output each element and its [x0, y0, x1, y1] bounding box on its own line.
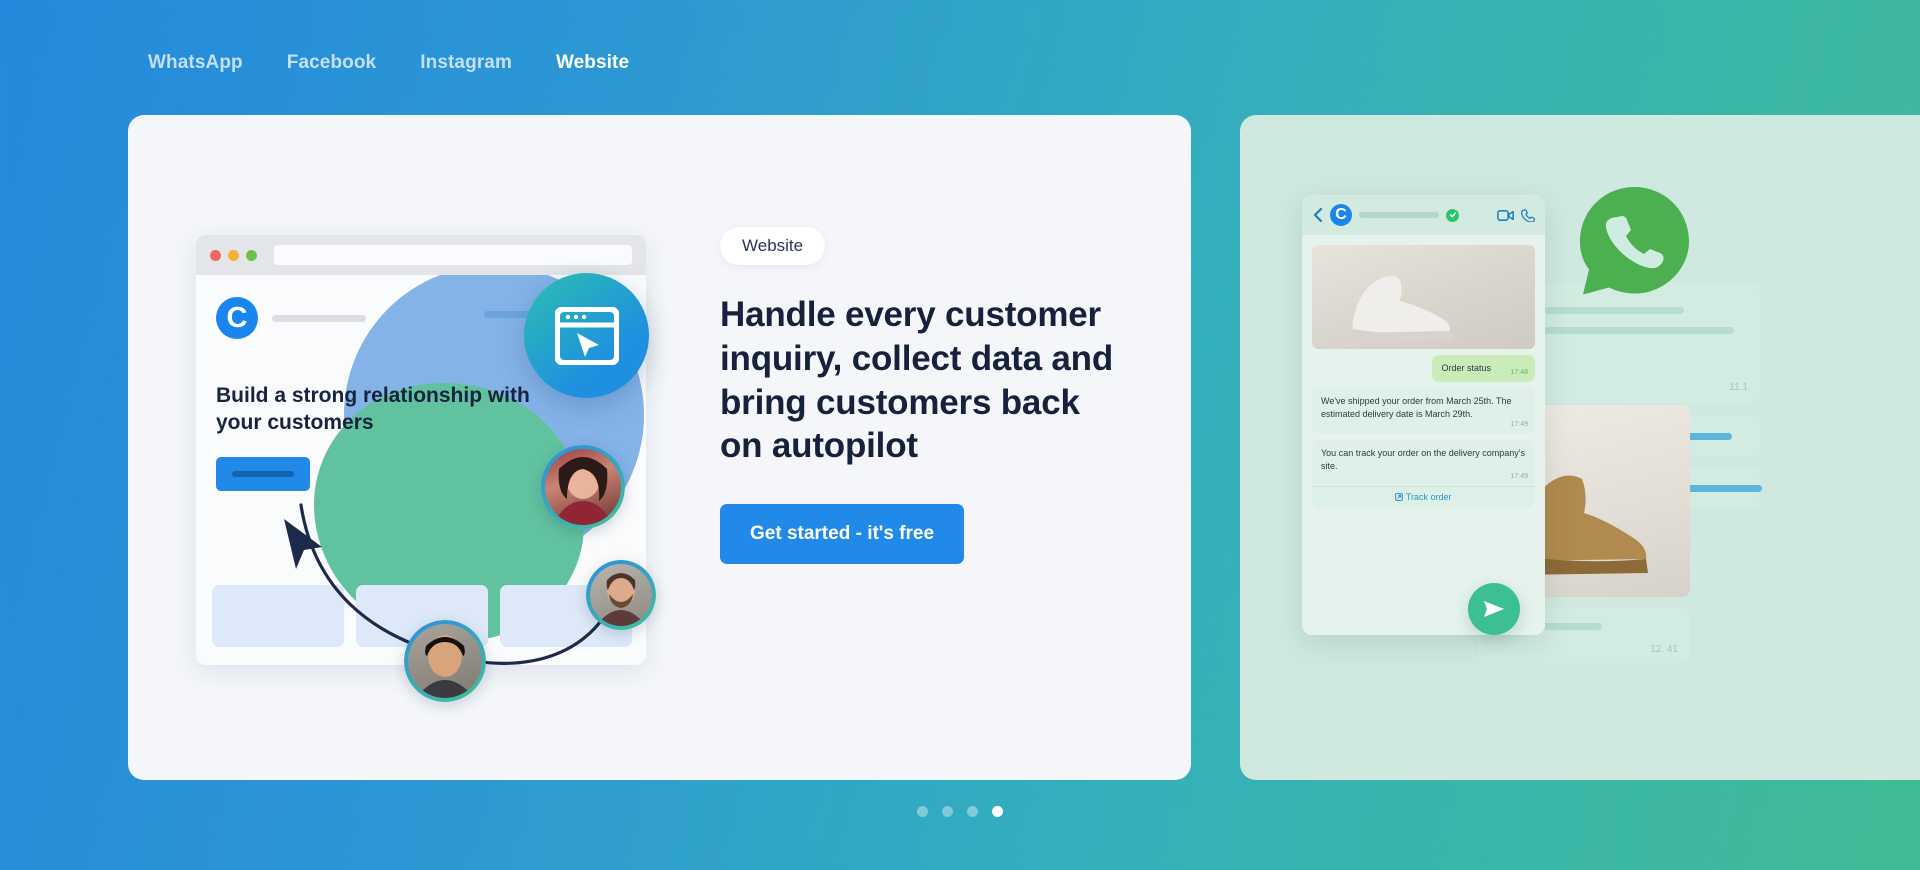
- carousel-dot-2[interactable]: [942, 806, 953, 817]
- carousel-dot-4[interactable]: [992, 806, 1003, 817]
- whatsapp-logo-icon: [1578, 185, 1691, 298]
- get-started-button[interactable]: Get started - it's free: [720, 504, 965, 564]
- tab-website[interactable]: Website: [556, 52, 629, 74]
- site-name-placeholder: [272, 314, 366, 322]
- carousel-dot-1[interactable]: [917, 806, 928, 817]
- channel-badge: Website: [720, 227, 826, 265]
- bg-card-timestamp: 12. 41: [1650, 644, 1678, 655]
- illustration-headline: Build a strong relationship with your cu…: [216, 384, 530, 434]
- tile-placeholder: [212, 585, 344, 647]
- website-illustration: C Build a strong relationship with your …: [196, 235, 656, 702]
- chat-body: Order status 17:48 We've shipped your or…: [1302, 235, 1545, 635]
- avatar: [404, 620, 486, 702]
- track-order-button[interactable]: Track order: [1312, 486, 1535, 508]
- cursor-pointer-icon: [284, 519, 322, 569]
- window-close-dot: [210, 249, 221, 261]
- chat-header: C: [1302, 195, 1545, 235]
- slide-whatsapp-preview[interactable]: 11.1 12. 41 C Order status 17:48 We've s…: [1240, 115, 1920, 780]
- tab-whatsapp[interactable]: WhatsApp: [148, 52, 243, 74]
- message-timestamp: 17:48: [1510, 368, 1528, 376]
- video-call-icon[interactable]: [1497, 209, 1514, 222]
- brand-logo: C: [216, 297, 258, 339]
- tab-instagram[interactable]: Instagram: [420, 52, 512, 74]
- chat-message-outgoing: Order status 17:48: [1432, 355, 1535, 383]
- tab-facebook[interactable]: Facebook: [287, 52, 377, 74]
- slide-website: C Build a strong relationship with your …: [128, 115, 1191, 780]
- contact-name-placeholder: [1359, 212, 1439, 218]
- address-bar: [274, 245, 632, 265]
- window-maximize-dot: [246, 249, 257, 261]
- chat-brand-logo: C: [1330, 204, 1352, 226]
- bg-card-timestamp: 11.1: [1729, 382, 1748, 393]
- external-link-icon: [1395, 493, 1404, 502]
- chat-message-incoming: We've shipped your order from March 25th…: [1312, 388, 1535, 435]
- browser-titlebar: [196, 235, 646, 275]
- carousel-slides: C Build a strong relationship with your …: [128, 115, 1920, 780]
- page-title: Handle every customer inquiry, collect d…: [720, 295, 1114, 466]
- voice-call-icon[interactable]: [1521, 208, 1535, 222]
- slide-copy: Website Handle every customer inquiry, c…: [720, 227, 1120, 564]
- product-photo-sneakers: [1312, 245, 1535, 349]
- avatar: [541, 445, 625, 529]
- website-cursor-icon: [524, 273, 649, 398]
- verified-badge-icon: [1446, 208, 1459, 222]
- whatsapp-chat-mockup: C Order status 17:48 We've shipped your …: [1302, 195, 1545, 635]
- window-minimize-dot: [228, 249, 239, 261]
- channel-tabs: WhatsApp Facebook Instagram Website: [148, 52, 629, 74]
- chat-message-incoming: You can track your order on the delivery…: [1312, 440, 1535, 487]
- send-message-button[interactable]: [1468, 583, 1520, 635]
- message-timestamp: 17:49: [1510, 421, 1528, 428]
- bg-card: 11.1: [1530, 283, 1760, 403]
- avatar: [586, 560, 656, 630]
- carousel-dot-3[interactable]: [967, 806, 978, 817]
- message-timestamp: 17:49: [1510, 473, 1528, 481]
- back-chevron-icon[interactable]: [1312, 208, 1323, 222]
- carousel-pagination: [0, 806, 1920, 817]
- illustration-cta-placeholder[interactable]: [216, 457, 310, 491]
- send-icon: [1484, 601, 1504, 617]
- site-logo-row: C: [216, 297, 366, 339]
